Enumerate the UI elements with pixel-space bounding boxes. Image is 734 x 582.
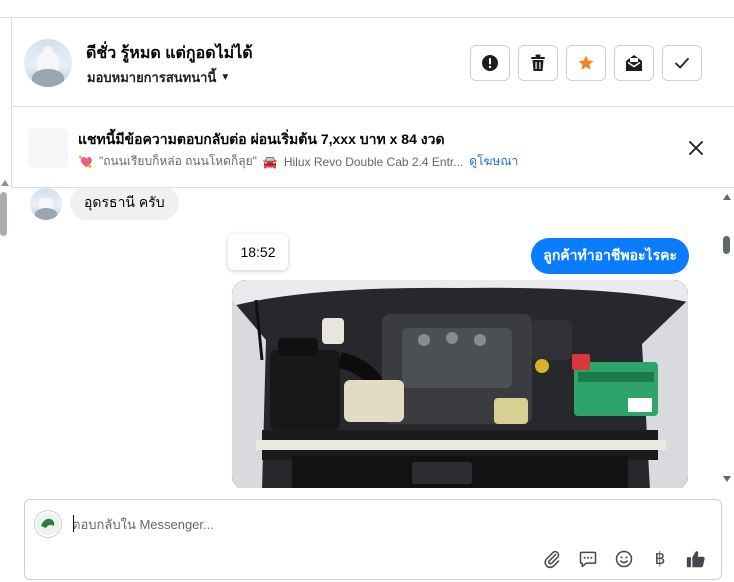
- header-actions: [470, 45, 702, 81]
- outgoing-message[interactable]: ลูกค้าทำอาชีพอะไรคะ: [531, 238, 689, 274]
- ad-reply-banner: แชทนี้มีข้อความตอบกลับต่อ ผ่อนเริ่มต้น 7…: [12, 108, 734, 188]
- conversation-header: ดีชั่ว รู้หมด แต่กูอดไม่ได้ มอบหมายการสน…: [12, 19, 734, 107]
- contact-avatar[interactable]: [24, 39, 72, 87]
- saved-replies-button[interactable]: [575, 546, 601, 572]
- ad-thumbnail: [28, 128, 68, 168]
- reply-composer: ฿: [24, 499, 722, 580]
- top-strip: [0, 0, 734, 18]
- thread-scrollbar[interactable]: [721, 188, 733, 488]
- delete-button[interactable]: [518, 45, 558, 81]
- assign-conversation-dropdown[interactable]: มอบหมายการสนทนานี้ ▼: [87, 67, 230, 88]
- close-icon: [689, 141, 703, 155]
- text-cursor: [73, 515, 74, 532]
- chevron-down-icon: ▼: [220, 72, 231, 83]
- scroll-down-arrow-icon[interactable]: [723, 476, 731, 482]
- left-scrollbar[interactable]: [0, 180, 9, 488]
- scroll-up-arrow-icon[interactable]: [723, 194, 731, 200]
- smiley-icon: [615, 550, 633, 568]
- mark-unread-icon: [626, 55, 642, 71]
- thumbs-up-icon: [686, 551, 705, 568]
- payment-baht-button[interactable]: ฿: [647, 546, 673, 572]
- mark-done-button[interactable]: [662, 45, 702, 81]
- reply-input[interactable]: [72, 514, 692, 534]
- close-banner-button[interactable]: [686, 138, 706, 158]
- ad-title: แชทนี้มีข้อความตอบกลับต่อ ผ่อนเริ่มต้น 7…: [78, 131, 445, 147]
- page-avatar: [34, 510, 62, 538]
- ad-model: Hilux Revo Double Cab 2.4 Entr...: [283, 154, 464, 169]
- engine-photo[interactable]: [232, 280, 688, 488]
- message-thread[interactable]: อุดรธานี ครับ 18:52 ลูกค้าทำอาชีพอะไรคะ: [0, 188, 734, 488]
- star-icon: [578, 55, 594, 70]
- composer-tools: ฿: [539, 546, 709, 572]
- incoming-message[interactable]: อุดรธานี ครับ: [70, 188, 179, 220]
- chat-bubble-icon: [579, 551, 597, 568]
- mark-unread-button[interactable]: [614, 45, 654, 81]
- view-ad-link[interactable]: ดูโฆษณา: [469, 152, 518, 171]
- like-button[interactable]: [683, 546, 709, 572]
- assign-label: มอบหมายการสนทนานี้: [87, 70, 217, 85]
- emoji-button[interactable]: [611, 546, 637, 572]
- scrollbar-thumb[interactable]: [723, 236, 730, 254]
- page-logo-icon: [37, 513, 59, 535]
- ad-subtitle: "ถนนเรียบก็หล่อ ถนนโหดก็ลุย": [98, 154, 257, 168]
- engine-image: [232, 280, 688, 488]
- alert-icon: [482, 55, 498, 71]
- star-button[interactable]: [566, 45, 606, 81]
- report-button[interactable]: [470, 45, 510, 81]
- sender-avatar: [30, 188, 62, 220]
- scroll-up-arrow-icon[interactable]: [1, 180, 9, 186]
- contact-name[interactable]: ดีชั่ว รู้หมด แต่กูอดไม่ได้: [86, 41, 253, 66]
- timestamp-tooltip: 18:52: [228, 234, 288, 270]
- avatar-figure: [32, 69, 64, 87]
- checkmark-icon: [675, 57, 689, 69]
- scrollbar-thumb[interactable]: [0, 192, 7, 236]
- attach-button[interactable]: [539, 546, 565, 572]
- ad-subtitle-row: 💘 "ถนนเรียบก็หล่อ ถนนโหดก็ลุย" 🚘 Hilux R…: [78, 152, 518, 171]
- heart-icon: 💘: [78, 154, 93, 169]
- paperclip-icon: [544, 550, 560, 569]
- avatar-figure: [35, 208, 57, 220]
- car-icon: 🚘: [262, 154, 278, 169]
- trash-icon: [531, 54, 545, 71]
